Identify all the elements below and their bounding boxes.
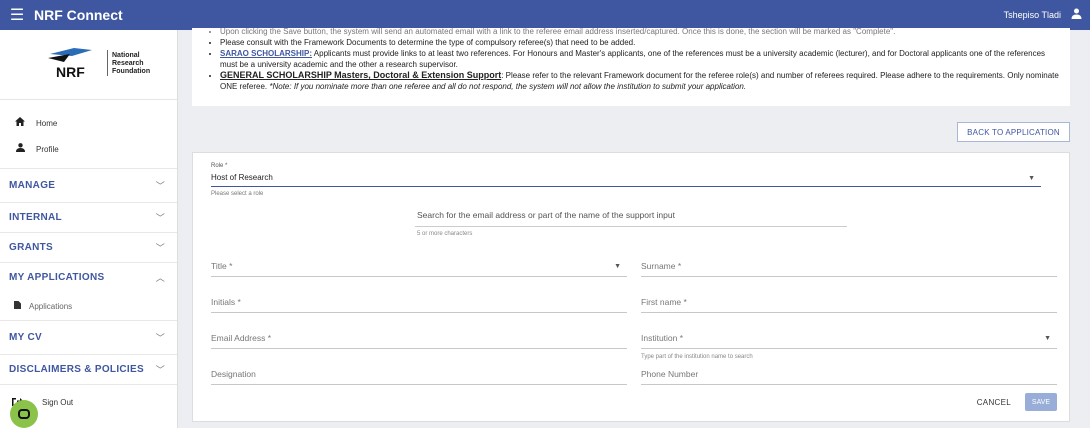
cancel-button[interactable]: CANCEL [977, 398, 1011, 407]
sidebar-section-manage[interactable]: MANAGE ﹀ [0, 168, 177, 202]
sidebar-item-label: Home [36, 118, 58, 128]
user-icon[interactable] [1071, 8, 1082, 22]
home-icon [14, 117, 26, 129]
referee-instructions: Upon clicking the Save button, the syste… [192, 28, 1070, 106]
logo-text: National Research Foundation [112, 52, 151, 75]
title-select[interactable]: Title * ▼ [211, 255, 627, 277]
chevron-down-icon: ﹀ [155, 333, 165, 343]
sidebar-section-disclaimers[interactable]: DISCLAIMERS & POLICIES ﹀ [0, 354, 177, 384]
back-bar: BACK TO APPLICATION [192, 116, 1070, 146]
surname-field[interactable]: Surname * [641, 255, 1057, 277]
institution-select[interactable]: Institution * ▼ [641, 327, 1057, 349]
user-menu[interactable]: Tshepiso Tladi [1004, 8, 1082, 22]
email-field[interactable]: Email Address * [211, 327, 627, 349]
chevron-down-icon: ﹀ [155, 213, 165, 223]
support-search-underline [415, 226, 847, 227]
sidebar-item-home[interactable]: Home [0, 110, 177, 136]
sidebar-item-profile[interactable]: Profile [0, 136, 177, 162]
support-search-hint: 5 or more characters [417, 231, 473, 237]
role-value: Host of Research [211, 173, 273, 182]
chevron-down-icon: ﹀ [155, 181, 165, 191]
top-app-bar: ☰ NRF Connect Tshepiso Tladi [0, 0, 1090, 30]
svg-text:NRF: NRF [56, 64, 85, 80]
sidebar-item-applications[interactable]: Applications [0, 292, 177, 320]
sidebar-section-grants[interactable]: GRANTS ﹀ [0, 232, 177, 262]
sidebar-section-my-cv[interactable]: MY CV ﹀ [0, 320, 177, 354]
institution-hint: Type part of the institution name to sea… [641, 354, 753, 360]
role-select[interactable]: Role * Host of Research ▼ [211, 163, 1041, 187]
initials-field[interactable]: Initials * [211, 291, 627, 313]
instruction-consult: Please consult with the Framework Docume… [220, 37, 1060, 48]
referee-form: Role * Host of Research ▼ Please select … [192, 152, 1070, 422]
profile-icon [14, 143, 26, 155]
sidebar-section-my-applications[interactable]: MY APPLICATIONS ︿ [0, 262, 177, 292]
menu-icon[interactable]: ☰ [0, 0, 34, 30]
designation-field[interactable]: Designation [211, 363, 627, 385]
instruction-save-email: Upon clicking the Save button, the syste… [220, 28, 1060, 37]
nrf-logo: NRF National Research Foundation [0, 30, 177, 100]
chevron-down-icon: ﹀ [155, 365, 165, 375]
sidebar-section-internal[interactable]: INTERNAL ﹀ [0, 202, 177, 232]
role-label: Role * [211, 163, 228, 169]
sidebar-item-label: Applications [29, 301, 73, 311]
nrf-logo-mark: NRF [48, 48, 92, 80]
instruction-sarao: SARAO SCHOLARSHIP: Applicants must provi… [220, 48, 1060, 70]
caret-down-icon: ▼ [614, 263, 621, 270]
save-button[interactable]: SAVE [1025, 393, 1057, 411]
support-search-input[interactable]: Search for the email address or part of … [417, 210, 675, 220]
caret-down-icon: ▼ [1028, 175, 1035, 182]
chat-icon[interactable] [10, 400, 38, 428]
role-hint: Please select a role [211, 191, 264, 197]
chevron-up-icon: ︿ [155, 273, 165, 283]
sidebar-item-label: Profile [36, 144, 59, 154]
applications-icon [14, 301, 21, 311]
phone-number-field[interactable]: Phone Number [641, 363, 1057, 385]
instruction-general: GENERAL SCHOLARSHIP Masters, Doctoral & … [220, 70, 1060, 92]
back-to-application-button[interactable]: BACK TO APPLICATION [957, 122, 1070, 142]
app-title: NRF Connect [34, 7, 123, 23]
chevron-down-icon: ﹀ [155, 243, 165, 253]
user-name: Tshepiso Tladi [1003, 10, 1061, 20]
logo-divider [107, 50, 108, 76]
sidebar: NRF National Research Foundation Home Pr… [0, 30, 178, 428]
form-actions: CANCEL SAVE [977, 393, 1057, 411]
first-name-field[interactable]: First name * [641, 291, 1057, 313]
caret-down-icon: ▼ [1044, 335, 1051, 342]
